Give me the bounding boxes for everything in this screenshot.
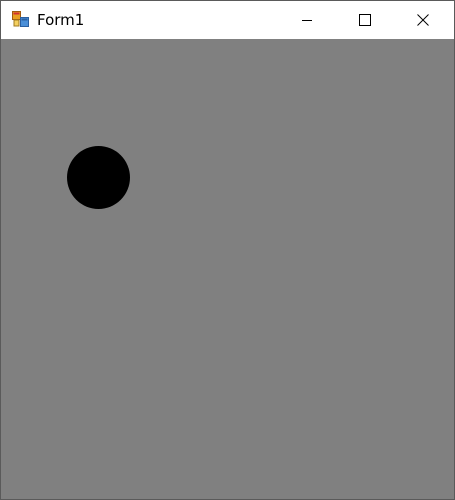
minimize-icon (302, 20, 312, 21)
app-window: Form1 (0, 0, 455, 500)
close-icon (417, 14, 429, 26)
app-icon[interactable] (12, 11, 29, 27)
maximize-icon (359, 14, 371, 26)
maximize-button[interactable] (342, 1, 388, 39)
close-button[interactable] (400, 1, 446, 39)
window-title: Form1 (37, 11, 85, 29)
minimize-button[interactable] (284, 1, 330, 39)
form-canvas[interactable] (1, 39, 454, 499)
title-bar[interactable]: Form1 (1, 1, 454, 39)
black-circle (67, 146, 130, 209)
